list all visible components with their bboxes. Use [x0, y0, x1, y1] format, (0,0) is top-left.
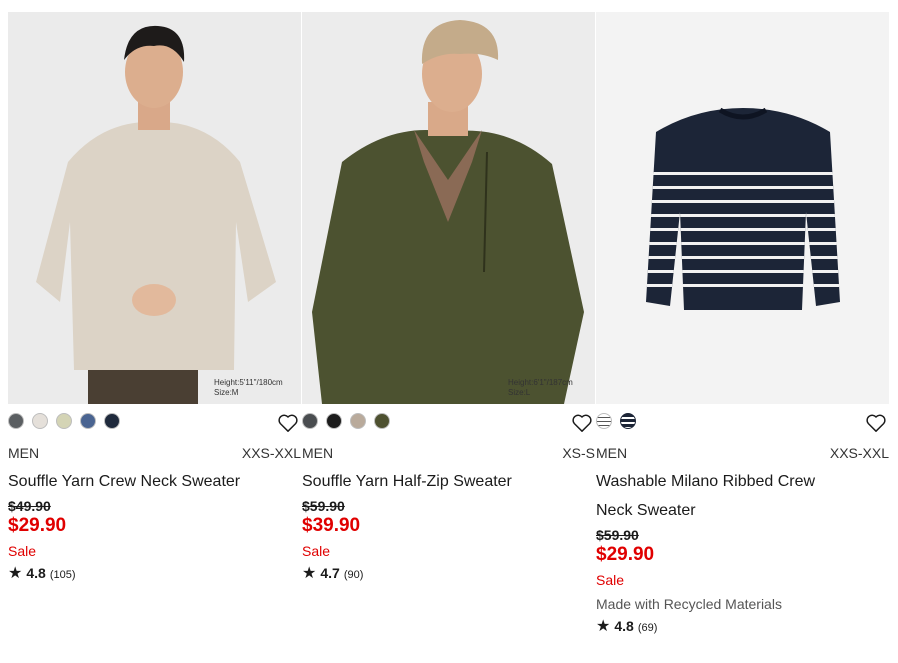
size-range: XXS-XXL	[241, 445, 301, 461]
sale-label: Sale	[596, 572, 625, 588]
product-image[interactable]: Height:6'1"/187cm Size:L	[302, 12, 595, 404]
color-swatch-stripe-navy[interactable]	[620, 413, 636, 429]
color-swatch[interactable]	[8, 413, 24, 429]
review-count: (90)	[343, 569, 364, 581]
sale-price: $29.90	[596, 544, 655, 565]
product-name-line: Neck Sweater	[596, 502, 696, 519]
size-range: XS-S	[562, 445, 595, 461]
heart-outline-icon[interactable]	[277, 413, 299, 433]
heart-outline-icon[interactable]	[571, 413, 593, 433]
original-price: $49.90	[8, 498, 51, 514]
color-swatch[interactable]	[302, 413, 318, 429]
color-swatch[interactable]	[104, 413, 120, 429]
model-height: Height:6'1"/187cm	[508, 378, 573, 387]
model-info: Height:5'11"/180cm Size:M	[214, 378, 283, 398]
sale-label: Sale	[302, 543, 331, 559]
model-size: Size:M	[214, 388, 239, 397]
gender-label: MEN	[302, 445, 334, 461]
product-card[interactable]: Height:6'1"/187cm Size:L MEN XS-S Souffl…	[302, 12, 595, 584]
sale-price: $29.90	[8, 515, 67, 536]
color-swatches	[8, 413, 301, 429]
model-height: Height:5'11"/180cm	[214, 378, 283, 387]
product-name-line: Washable Milano Ribbed Crew	[596, 473, 816, 490]
color-swatch-stripe-white[interactable]	[596, 413, 612, 429]
rating-score: 4.7	[320, 565, 340, 581]
model-photo	[302, 12, 595, 404]
model-info: Height:6'1"/187cm Size:L	[508, 378, 573, 398]
color-swatches	[596, 413, 889, 429]
original-price: $59.90	[596, 527, 639, 543]
color-swatches	[302, 413, 595, 429]
review-count: (105)	[49, 569, 76, 581]
color-swatch[interactable]	[326, 413, 342, 429]
rating-score: 4.8	[26, 565, 46, 581]
rating-score: 4.8	[614, 618, 634, 634]
model-size: Size:L	[508, 388, 531, 397]
sweater-photo	[596, 12, 889, 404]
star-icon: ★	[596, 618, 611, 635]
product-card[interactable]: MEN XXS-XXL Washable Milano Ribbed Crew …	[596, 12, 889, 637]
recycled-materials-note: Made with Recycled Materials	[596, 596, 782, 612]
product-name-line: Souffle Yarn Half-Zip Sweater	[302, 473, 512, 490]
color-swatch[interactable]	[80, 413, 96, 429]
original-price: $59.90	[302, 498, 345, 514]
product-image[interactable]	[596, 12, 889, 404]
product-name[interactable]: Souffle Yarn Half-Zip Sweater	[302, 467, 595, 496]
product-image[interactable]: Height:5'11"/180cm Size:M	[8, 12, 301, 404]
gender-label: MEN	[8, 445, 40, 461]
rating: ★ 4.8 (69)	[596, 617, 889, 637]
product-card[interactable]: Height:5'11"/180cm Size:M MEN XXS-XXL So…	[8, 12, 301, 584]
heart-outline-icon[interactable]	[865, 413, 887, 433]
rating: ★ 4.7 (90)	[302, 564, 595, 584]
color-swatch[interactable]	[32, 413, 48, 429]
rating: ★ 4.8 (105)	[8, 564, 301, 584]
sale-price: $39.90	[302, 515, 361, 536]
model-photo	[8, 12, 301, 404]
star-icon: ★	[302, 565, 317, 582]
review-count: (69)	[637, 622, 658, 634]
product-name[interactable]: Souffle Yarn Crew Neck Sweater	[8, 467, 301, 496]
product-name-line: Souffle Yarn Crew Neck Sweater	[8, 473, 241, 490]
color-swatch[interactable]	[374, 413, 390, 429]
product-name[interactable]: Washable Milano Ribbed Crew Neck Sweater	[596, 467, 889, 525]
color-swatch[interactable]	[350, 413, 366, 429]
color-swatch[interactable]	[56, 413, 72, 429]
size-range: XXS-XXL	[829, 445, 889, 461]
gender-label: MEN	[596, 445, 628, 461]
star-icon: ★	[8, 565, 23, 582]
sale-label: Sale	[8, 543, 37, 559]
